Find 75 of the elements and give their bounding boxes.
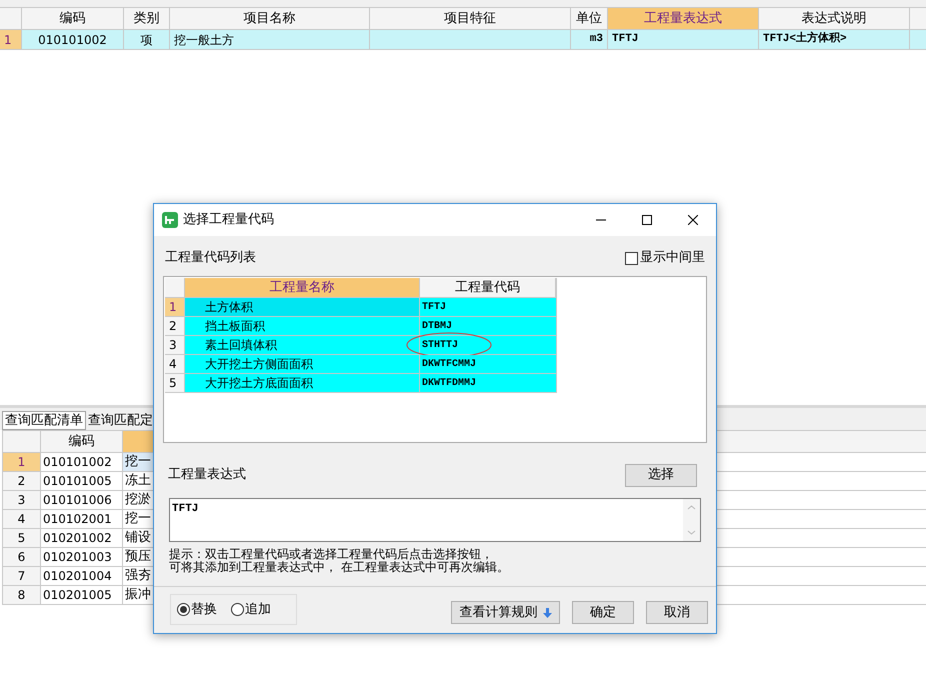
column-header[interactable]: 工程量表达式: [608, 8, 759, 29]
tab[interactable]: 查询匹配清单: [2, 411, 86, 430]
row-number: 1: [0, 30, 22, 49]
row-number: 2: [18, 473, 26, 490]
table-cell-text: 大开挖土方侧面面积: [205, 356, 313, 373]
table-cell-text: 010201003: [43, 549, 112, 566]
column-header[interactable]: 工程量代码: [420, 278, 556, 297]
row-number: 2: [169, 318, 177, 335]
close-icon: [688, 215, 698, 225]
row-number: 3: [169, 337, 177, 354]
scrollbar-icon: [683, 499, 700, 541]
row-number: 7: [18, 568, 26, 585]
table-cell-text: 010201002: [43, 530, 112, 547]
app-icon: [162, 212, 178, 228]
column-header[interactable]: 表达式说明: [759, 8, 910, 29]
column-header[interactable]: 编码: [22, 8, 124, 29]
select-button[interactable]: 选择: [625, 464, 697, 486]
row-number: 4: [18, 511, 26, 528]
table-cell-text: 010101002: [43, 454, 112, 471]
table-cell-text: 挖一: [125, 453, 151, 472]
table-cell-text: 挖一: [125, 510, 151, 528]
radio-label[interactable]: 替换: [191, 600, 217, 620]
table-row[interactable]: 1 010101002 项 挖一般土方 m3 TFTJ TFTJ<土方体积>: [0, 30, 926, 50]
table-cell-text: 010101005: [43, 473, 112, 490]
table-cell-text: 大开挖土方底面面积: [205, 375, 313, 392]
table-cell-text: 010101006: [43, 492, 112, 509]
table-cell-text: 土方体积: [205, 299, 253, 316]
table-cell-text: DTBMJ: [422, 320, 452, 334]
column-header[interactable]: 项目特征: [370, 8, 571, 29]
table-cell-text: 010102001: [43, 511, 112, 528]
table-cell-text: 振冲: [125, 586, 151, 604]
maximize-icon: [642, 215, 652, 225]
table-cell-text: 010101002: [38, 32, 107, 48]
table-cell-text: 铺设: [125, 529, 151, 548]
table-cell-text: 010201004: [43, 568, 112, 585]
window-title: 选择工程量代码: [183, 211, 274, 230]
row-number: 1: [169, 299, 177, 316]
field-label: 工程量表达式: [168, 466, 246, 484]
column-header[interactable]: 类别: [124, 8, 170, 29]
row-number: 5: [18, 530, 26, 547]
table-cell-text: 010201005: [43, 587, 112, 604]
section-label: 工程量代码列表: [165, 249, 256, 268]
row-number: 5: [169, 375, 177, 392]
radio-button[interactable]: [177, 603, 190, 616]
table-cell-text: 挖淤: [125, 491, 151, 510]
down-arrow-icon: [542, 608, 552, 618]
column-header[interactable]: 工程量名称: [185, 278, 420, 297]
column-header[interactable]: 项目名称: [170, 8, 370, 29]
table-cell-text: 强夯: [125, 567, 151, 586]
table-cell-text: TFTJ: [422, 300, 446, 314]
show-intermediate-checkbox[interactable]: 显示中间里: [625, 248, 705, 268]
radio-button[interactable]: [231, 603, 244, 616]
dialog-button[interactable]: 取消: [646, 601, 708, 624]
radio-label[interactable]: 追加: [245, 600, 271, 620]
table-cell-text: 挡土板面积: [205, 318, 265, 335]
row-number: 6: [18, 549, 26, 566]
row-number: 1: [18, 454, 26, 471]
row-number: 8: [18, 587, 26, 604]
table-cell-text: 素土回填体积: [205, 337, 277, 354]
table-cell-text: 挖一般土方: [174, 32, 234, 48]
hint-text: 提示：双击工程量代码或者选择工程量代码后点击选择按钮，: [169, 548, 494, 561]
dialog-button[interactable]: 确定: [572, 601, 634, 624]
table-cell-text: STHTTJ: [422, 338, 458, 352]
expression-field[interactable]: TFTJ: [169, 498, 701, 542]
table-cell-text: 预压: [125, 548, 151, 566]
table-cell-text: TFTJ<土方体积>: [763, 31, 847, 48]
table-cell-text: TFTJ: [612, 32, 638, 48]
row-number: 4: [169, 356, 177, 373]
table-cell-text: DKWTFCMMJ: [422, 358, 476, 372]
table-cell-text: 项: [140, 32, 152, 48]
table-cell-text: m3: [590, 32, 603, 48]
rules-button[interactable]: 查看计算规则: [451, 601, 560, 624]
row-number: 3: [18, 492, 26, 509]
table-cell-text: DKWTFDMMJ: [422, 376, 476, 390]
table-cell-text: 冻土: [125, 472, 151, 490]
